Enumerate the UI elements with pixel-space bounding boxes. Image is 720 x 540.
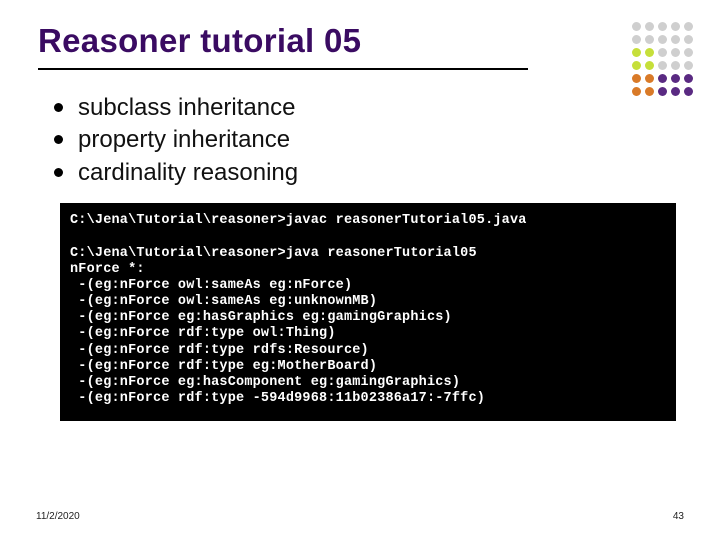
deco-dot xyxy=(632,48,641,57)
deco-dot xyxy=(645,48,654,57)
deco-dot xyxy=(645,35,654,44)
deco-dot xyxy=(645,61,654,70)
deco-dot xyxy=(658,48,667,57)
deco-dot xyxy=(658,61,667,70)
deco-dot xyxy=(658,74,667,83)
deco-dot xyxy=(684,22,693,31)
footer-page-number: 43 xyxy=(673,511,684,522)
deco-dot xyxy=(671,22,680,31)
deco-dot xyxy=(658,22,667,31)
deco-dot xyxy=(645,74,654,83)
deco-dot xyxy=(632,35,641,44)
deco-dot xyxy=(632,22,641,31)
slide-title: Reasoner tutorial 05 xyxy=(38,22,682,60)
deco-dot xyxy=(671,61,680,70)
bullet-list: subclass inheritance property inheritanc… xyxy=(50,92,682,189)
bullet-item: subclass inheritance xyxy=(50,92,682,124)
deco-dot xyxy=(632,61,641,70)
terminal-output: C:\Jena\Tutorial\reasoner>javac reasoner… xyxy=(60,203,676,421)
footer-date: 11/2/2020 xyxy=(36,511,80,522)
title-underline xyxy=(38,68,528,70)
deco-dot xyxy=(684,74,693,83)
bullet-item: cardinality reasoning xyxy=(50,157,682,189)
slide: Reasoner tutorial 05 subclass inheritanc… xyxy=(0,0,720,540)
deco-dot xyxy=(684,87,693,96)
deco-dot xyxy=(658,35,667,44)
deco-dot xyxy=(645,22,654,31)
deco-dot xyxy=(671,74,680,83)
deco-dot xyxy=(632,74,641,83)
deco-dot xyxy=(684,48,693,57)
deco-dot xyxy=(671,35,680,44)
deco-dot xyxy=(671,48,680,57)
deco-dot xyxy=(684,61,693,70)
decorative-dots xyxy=(632,22,694,97)
deco-dot xyxy=(684,35,693,44)
bullet-item: property inheritance xyxy=(50,124,682,156)
